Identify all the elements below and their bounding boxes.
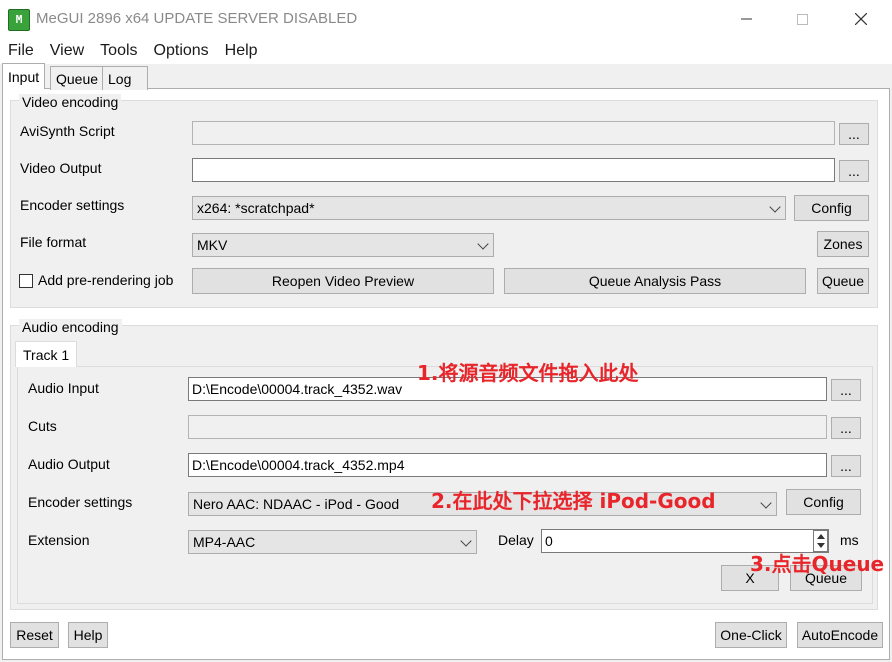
chevron-down-icon xyxy=(477,238,489,250)
video-encoder-select[interactable]: x264: *scratchpad* xyxy=(192,196,786,220)
help-button[interactable]: Help xyxy=(68,622,108,648)
maximize-button[interactable] xyxy=(779,0,825,38)
cuts-field[interactable] xyxy=(188,415,827,439)
menu-help[interactable]: Help xyxy=(217,42,266,60)
window-title: MeGUI 2896 x64 UPDATE SERVER DISABLED xyxy=(36,10,358,27)
chevron-down-icon xyxy=(460,535,472,547)
tab-queue[interactable]: Queue xyxy=(50,66,105,90)
menu-view[interactable]: View xyxy=(42,42,92,60)
close-icon xyxy=(855,13,867,25)
chevron-down-icon xyxy=(769,201,781,213)
audio-encoder-label: Encoder settings xyxy=(28,494,133,510)
menu-file[interactable]: File xyxy=(0,42,42,60)
file-format-label: File format xyxy=(20,234,87,250)
audio-output-label: Audio Output xyxy=(28,456,110,472)
extension-value: MP4-AAC xyxy=(193,534,256,550)
tab-track-1[interactable]: Track 1 xyxy=(15,341,78,367)
cuts-browse-button[interactable]: ... xyxy=(831,417,861,439)
tab-log[interactable]: Log xyxy=(102,66,148,90)
video-output-browse-button[interactable]: ... xyxy=(839,160,869,182)
minimize-button[interactable] xyxy=(724,0,770,38)
reset-button[interactable]: Reset xyxy=(10,622,59,648)
video-encoder-value: x264: *scratchpad* xyxy=(197,200,315,216)
prerender-label: Add pre-rendering job xyxy=(38,272,174,288)
zones-button[interactable]: Zones xyxy=(817,231,869,257)
video-output-label: Video Output xyxy=(20,160,102,176)
maximize-icon xyxy=(796,13,808,25)
menu-bar: File View Tools Options Help xyxy=(0,38,892,64)
queue-analysis-button[interactable]: Queue Analysis Pass xyxy=(504,268,806,294)
audio-config-button[interactable]: Config xyxy=(786,489,861,515)
file-format-value: MKV xyxy=(197,237,228,253)
spin-up-icon xyxy=(817,534,825,539)
annotation-step-3: 3.点击Queue xyxy=(750,552,885,576)
avisynth-browse-button[interactable]: ... xyxy=(839,123,869,145)
annotation-step-2: 2.在此处下拉选择 iPod-Good xyxy=(431,489,716,513)
one-click-button[interactable]: One-Click xyxy=(715,622,787,648)
prerender-checkbox[interactable] xyxy=(19,274,33,288)
video-config-button[interactable]: Config xyxy=(794,195,869,221)
close-button[interactable] xyxy=(838,0,884,38)
app-icon: M xyxy=(8,9,30,31)
minimize-icon xyxy=(741,18,752,20)
menu-options[interactable]: Options xyxy=(146,42,217,60)
avisynth-input[interactable] xyxy=(192,121,835,145)
chevron-down-icon xyxy=(760,497,772,509)
audio-encoding-title: Audio encoding xyxy=(19,319,122,335)
reopen-preview-button[interactable]: Reopen Video Preview xyxy=(192,268,494,294)
delay-label: Delay xyxy=(498,532,534,548)
file-format-select[interactable]: MKV xyxy=(192,233,494,257)
audio-output-field[interactable]: D:\Encode\00004.track_4352.mp4 xyxy=(188,453,827,477)
audio-input-browse-button[interactable]: ... xyxy=(831,379,861,401)
annotation-step-1: 1.将源音频文件拖入此处 xyxy=(417,361,639,385)
extension-label: Extension xyxy=(28,532,90,548)
video-queue-button[interactable]: Queue xyxy=(817,268,869,294)
video-output-input[interactable] xyxy=(192,158,835,182)
menu-tools[interactable]: Tools xyxy=(92,42,145,60)
audio-encoder-value: Nero AAC: NDAAC - iPod - Good xyxy=(193,496,400,512)
cuts-label: Cuts xyxy=(28,418,57,434)
video-encoder-label: Encoder settings xyxy=(20,197,125,213)
delay-unit: ms xyxy=(840,532,859,548)
tab-input[interactable]: Input xyxy=(2,63,46,89)
audio-input-label: Audio Input xyxy=(28,380,99,396)
audio-output-browse-button[interactable]: ... xyxy=(831,455,861,477)
extension-select[interactable]: MP4-AAC xyxy=(188,530,477,554)
autoencode-button[interactable]: AutoEncode xyxy=(797,622,883,648)
avisynth-label: AviSynth Script xyxy=(20,123,115,139)
video-encoding-title: Video encoding xyxy=(19,94,122,110)
